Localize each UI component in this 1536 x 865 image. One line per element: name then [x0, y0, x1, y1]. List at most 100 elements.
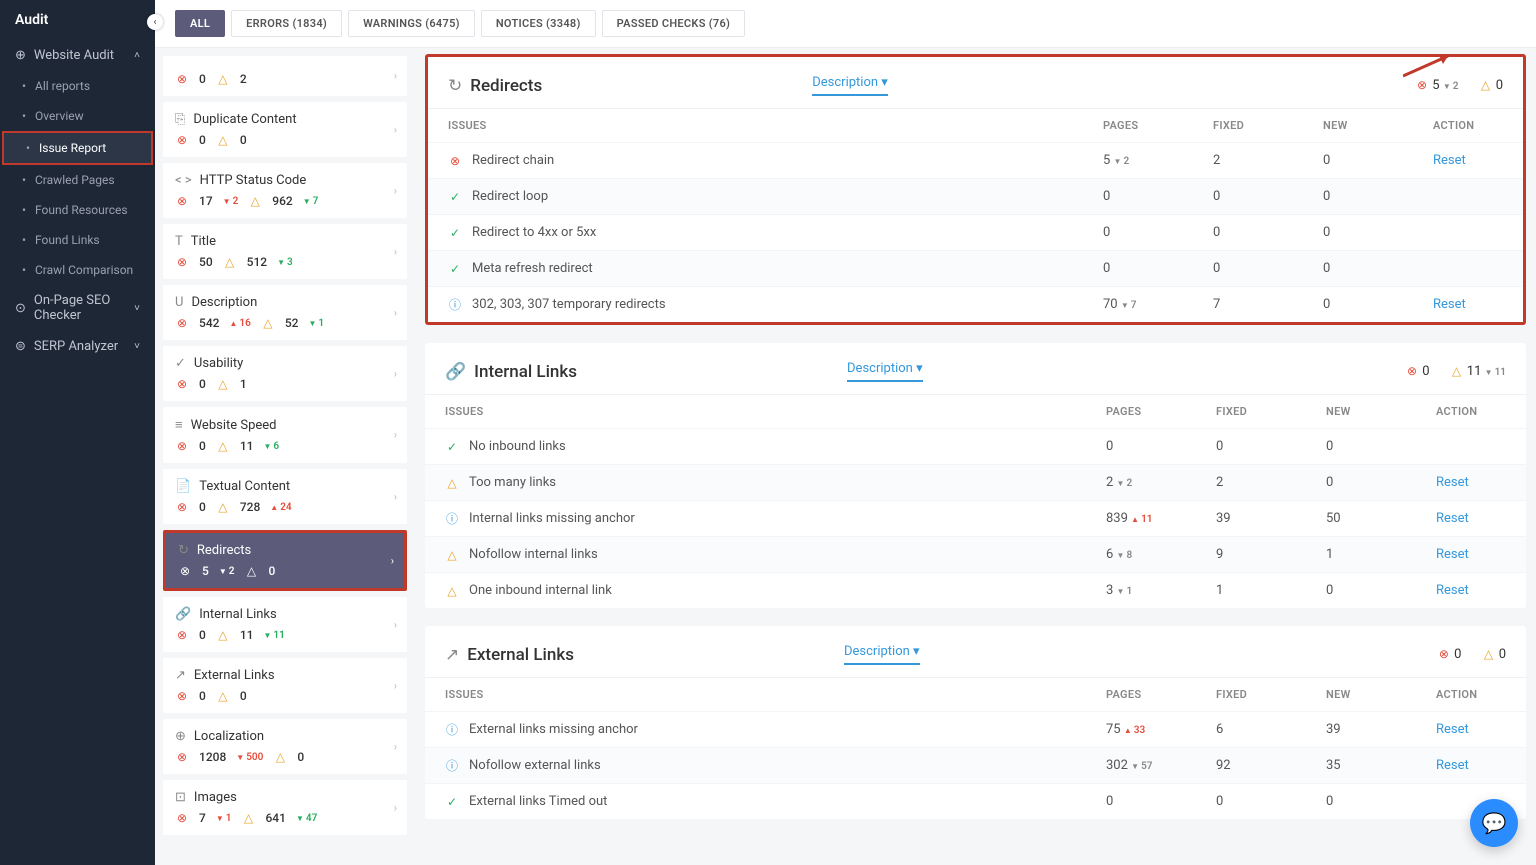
chevron-right-icon: › [394, 618, 397, 631]
filter-tabs: ALLERRORS (1834)WARNINGS (6475)NOTICES (… [155, 0, 1536, 48]
reset-link[interactable]: Reset [1436, 511, 1469, 526]
warn-count: 641 [265, 811, 285, 825]
description-toggle[interactable]: Description ▾ [812, 75, 888, 96]
error-icon: ⊗ [175, 628, 189, 642]
sidebar-item[interactable]: Found Links [0, 225, 155, 255]
panel-icon: ↻ [448, 76, 462, 96]
issue-row[interactable]: △One inbound internal link 3 1 1 0 Reset [425, 573, 1526, 609]
issue-category-card[interactable]: ≡Website Speed⊗0△116› [163, 407, 407, 463]
description-toggle[interactable]: Description ▾ [844, 644, 920, 665]
issue-row[interactable]: ⓘNofollow external links 302 57 92 35 Re… [425, 748, 1526, 784]
issue-row[interactable]: ⊗Redirect chain 5 2 2 0 Reset [428, 143, 1523, 179]
sidebar-section[interactable]: ⊙On-Page SEO Checker˅ [0, 285, 155, 331]
error-icon: ⊗ [175, 811, 189, 825]
category-icon: 📄 [175, 479, 191, 494]
issue-name: Meta refresh redirect [472, 261, 593, 276]
chat-fab[interactable]: 💬 [1470, 799, 1518, 847]
pages-cell: 3 1 [1086, 573, 1196, 609]
reset-link[interactable]: Reset [1433, 297, 1466, 312]
warn-icon: △ [223, 255, 237, 269]
chevron-right-icon: › [394, 740, 397, 753]
issue-category-card[interactable]: 🔗Internal Links⊗0△1111› [163, 597, 407, 652]
issue-category-card[interactable]: < >HTTP Status Code⊗172△9627› [163, 163, 407, 218]
filter-tab[interactable]: PASSED CHECKS (76) [602, 10, 746, 37]
filter-tab[interactable]: ERRORS (1834) [231, 10, 342, 37]
fixed-cell: 1 [1196, 573, 1306, 609]
issue-category-card[interactable]: TTitle⊗50△5123› [163, 224, 407, 279]
sidebar-item[interactable]: Crawl Comparison [0, 255, 155, 285]
row-status-icon: ✓ [448, 262, 462, 276]
sidebar-section[interactable]: ⊕Website Audit˄ [0, 40, 155, 71]
fixed-cell: 0 [1193, 215, 1303, 251]
sidebar-item[interactable]: All reports [0, 71, 155, 101]
filter-tab[interactable]: WARNINGS (6475) [348, 10, 475, 37]
sidebar-item[interactable]: Issue Report [2, 131, 153, 165]
panel-warn-count: 0 [1496, 78, 1503, 93]
issue-category-card[interactable]: 📄Textual Content⊗0△72824› [163, 469, 407, 524]
reset-link[interactable]: Reset [1433, 153, 1466, 168]
warn-icon: △ [216, 133, 230, 147]
sidebar-item[interactable]: Overview [0, 101, 155, 131]
error-delta: 2 [223, 196, 239, 207]
issue-category-card[interactable]: ⊡Images⊗71△64147› [163, 780, 407, 835]
issue-row[interactable]: ✓Meta refresh redirect 0 0 0 [428, 251, 1523, 287]
issue-category-card[interactable]: UDescription⊗54216△521› [163, 285, 407, 340]
sidebar-title: Audit [0, 0, 155, 40]
warn-icon: △ [241, 811, 255, 825]
error-icon: ⊗ [175, 377, 189, 391]
issue-name: Nofollow internal links [469, 547, 598, 562]
section-label: Website Audit [34, 48, 114, 63]
warn-count: 0 [240, 689, 247, 703]
description-toggle[interactable]: Description ▾ [847, 361, 923, 382]
panel-title: Internal Links [474, 362, 577, 382]
issue-category-card[interactable]: ↗External Links⊗0△0› [163, 658, 407, 713]
sidebar-item[interactable]: Found Resources [0, 195, 155, 225]
pages-cell: 2 2 [1086, 465, 1196, 501]
warn-icon: △ [244, 564, 258, 578]
filter-tab[interactable]: NOTICES (3348) [481, 10, 596, 37]
sidebar-item[interactable]: Crawled Pages [0, 165, 155, 195]
warn-icon: △ [248, 194, 262, 208]
issue-row[interactable]: ⓘExternal links missing anchor 75 33 6 3… [425, 712, 1526, 748]
issue-row[interactable]: ✓No inbound links 0 0 0 [425, 429, 1526, 465]
category-icon: 🔗 [175, 607, 191, 622]
section-label: On-Page SEO Checker [34, 293, 126, 323]
row-status-icon: △ [445, 584, 459, 598]
error-count: 17 [199, 194, 213, 208]
reset-link[interactable]: Reset [1436, 758, 1469, 773]
new-cell: 0 [1303, 179, 1413, 215]
issue-row[interactable]: ✓Redirect loop 0 0 0 [428, 179, 1523, 215]
col-fixed: FIXED [1193, 109, 1303, 143]
section-label: SERP Analyzer [34, 339, 118, 354]
issue-name: No inbound links [469, 439, 566, 454]
chat-icon: 💬 [1482, 811, 1507, 835]
reset-link[interactable]: Reset [1436, 722, 1469, 737]
sidebar-collapse-icon[interactable]: ‹ [147, 14, 163, 30]
issue-category-card[interactable]: ⊕Localization⊗1208500△0› [163, 719, 407, 774]
filter-tab[interactable]: ALL [175, 10, 225, 37]
issue-name: Nofollow external links [469, 758, 601, 773]
category-icon: < > [175, 173, 192, 188]
category-title: Redirects [197, 543, 251, 558]
sidebar-section[interactable]: ⊜SERP Analyzer˅ [0, 331, 155, 362]
issue-category-card[interactable]: ↻Redirects⊗52△0› [163, 530, 407, 591]
issue-category-card[interactable]: ⎘Duplicate Content⊗0△0› [163, 102, 407, 157]
reset-link[interactable]: Reset [1436, 583, 1469, 598]
issue-category-card[interactable]: ✓Usability⊗0△1› [163, 346, 407, 401]
warn-delta: 3 [277, 257, 293, 268]
warn-count: 11 [240, 628, 254, 642]
issue-row[interactable]: ⓘInternal links missing anchor 839 11 39… [425, 501, 1526, 537]
issue-row[interactable]: ✓External links Timed out 0 0 0 [425, 784, 1526, 820]
reset-link[interactable]: Reset [1436, 547, 1469, 562]
issue-name: Too many links [469, 475, 556, 490]
issue-row[interactable]: △Too many links 2 2 2 0 Reset [425, 465, 1526, 501]
warn-count: 11 [240, 439, 254, 453]
issue-row[interactable]: ✓Redirect to 4xx or 5xx 0 0 0 [428, 215, 1523, 251]
issue-category-card[interactable]: ⊗0△2› [163, 56, 407, 96]
reset-link[interactable]: Reset [1436, 475, 1469, 490]
pages-delta: 7 [1121, 300, 1137, 311]
issue-row[interactable]: △Nofollow internal links 6 8 9 1 Reset [425, 537, 1526, 573]
row-status-icon: ⓘ [445, 723, 459, 737]
issue-row[interactable]: ⓘ302, 303, 307 temporary redirects 70 7 … [428, 287, 1523, 323]
error-count: 5 [202, 564, 209, 578]
